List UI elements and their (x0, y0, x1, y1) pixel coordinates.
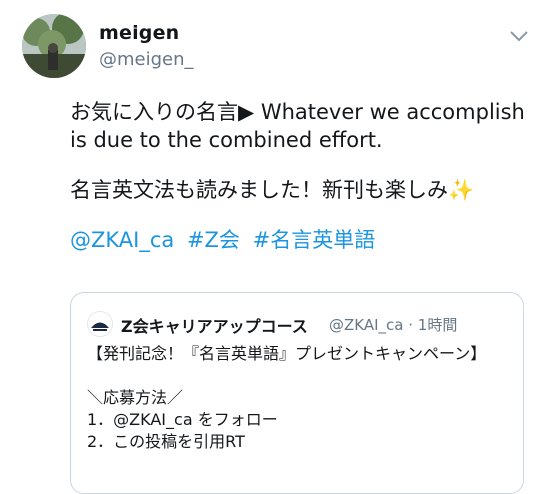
quoted-text-line: 【発刊記念！『名言英単語』プレゼントキャンペーン】 (87, 344, 487, 363)
quoted-tweet-card[interactable]: Z会キャリアアップコース @ZKAI_ca · 1時間 【発刊記念！『名言英単語… (70, 292, 524, 494)
author-name[interactable]: meigen (99, 22, 179, 44)
author-handle[interactable]: @meigen_ (99, 49, 194, 70)
tweet-text-line: is due to the combined effort. (70, 128, 383, 152)
chevron-down-icon[interactable] (508, 28, 530, 44)
hashtag-link[interactable]: #Z会 (187, 228, 240, 252)
mention-link[interactable]: @ZKAI_ca (70, 228, 174, 252)
tweet-text-line: 名言英文法も読みました！新刊も楽しみ✨ (70, 178, 475, 202)
quoted-author-name[interactable]: Z会キャリアアップコース (121, 313, 308, 337)
quoted-text-line: 2．この投稿を引用RT (87, 432, 245, 451)
quoted-avatar[interactable] (87, 311, 113, 337)
quoted-meta[interactable]: @ZKAI_ca · 1時間 (329, 314, 457, 335)
quoted-text-line: ＼応募方法／ (87, 388, 184, 407)
zkai-logo-icon (88, 312, 112, 336)
profile-photo-icon (22, 14, 86, 78)
quoted-text-line: 1．@ZKAI_ca をフォロー (87, 410, 278, 429)
tweet-text-line: お気に入りの名言▶ Whatever we accomplish (70, 100, 525, 124)
hashtag-link[interactable]: #名言英単語 (253, 228, 376, 252)
quoted-text: 【発刊記念！『名言英単語』プレゼントキャンペーン】 ＼応募方法／ 1．@ZKAI… (87, 343, 517, 453)
tweet-links: @ZKAI_ca #Z会 #名言英単語 (70, 226, 540, 254)
tweet-text: お気に入りの名言▶ Whatever we accomplish is due … (70, 98, 540, 254)
avatar[interactable] (22, 14, 86, 78)
